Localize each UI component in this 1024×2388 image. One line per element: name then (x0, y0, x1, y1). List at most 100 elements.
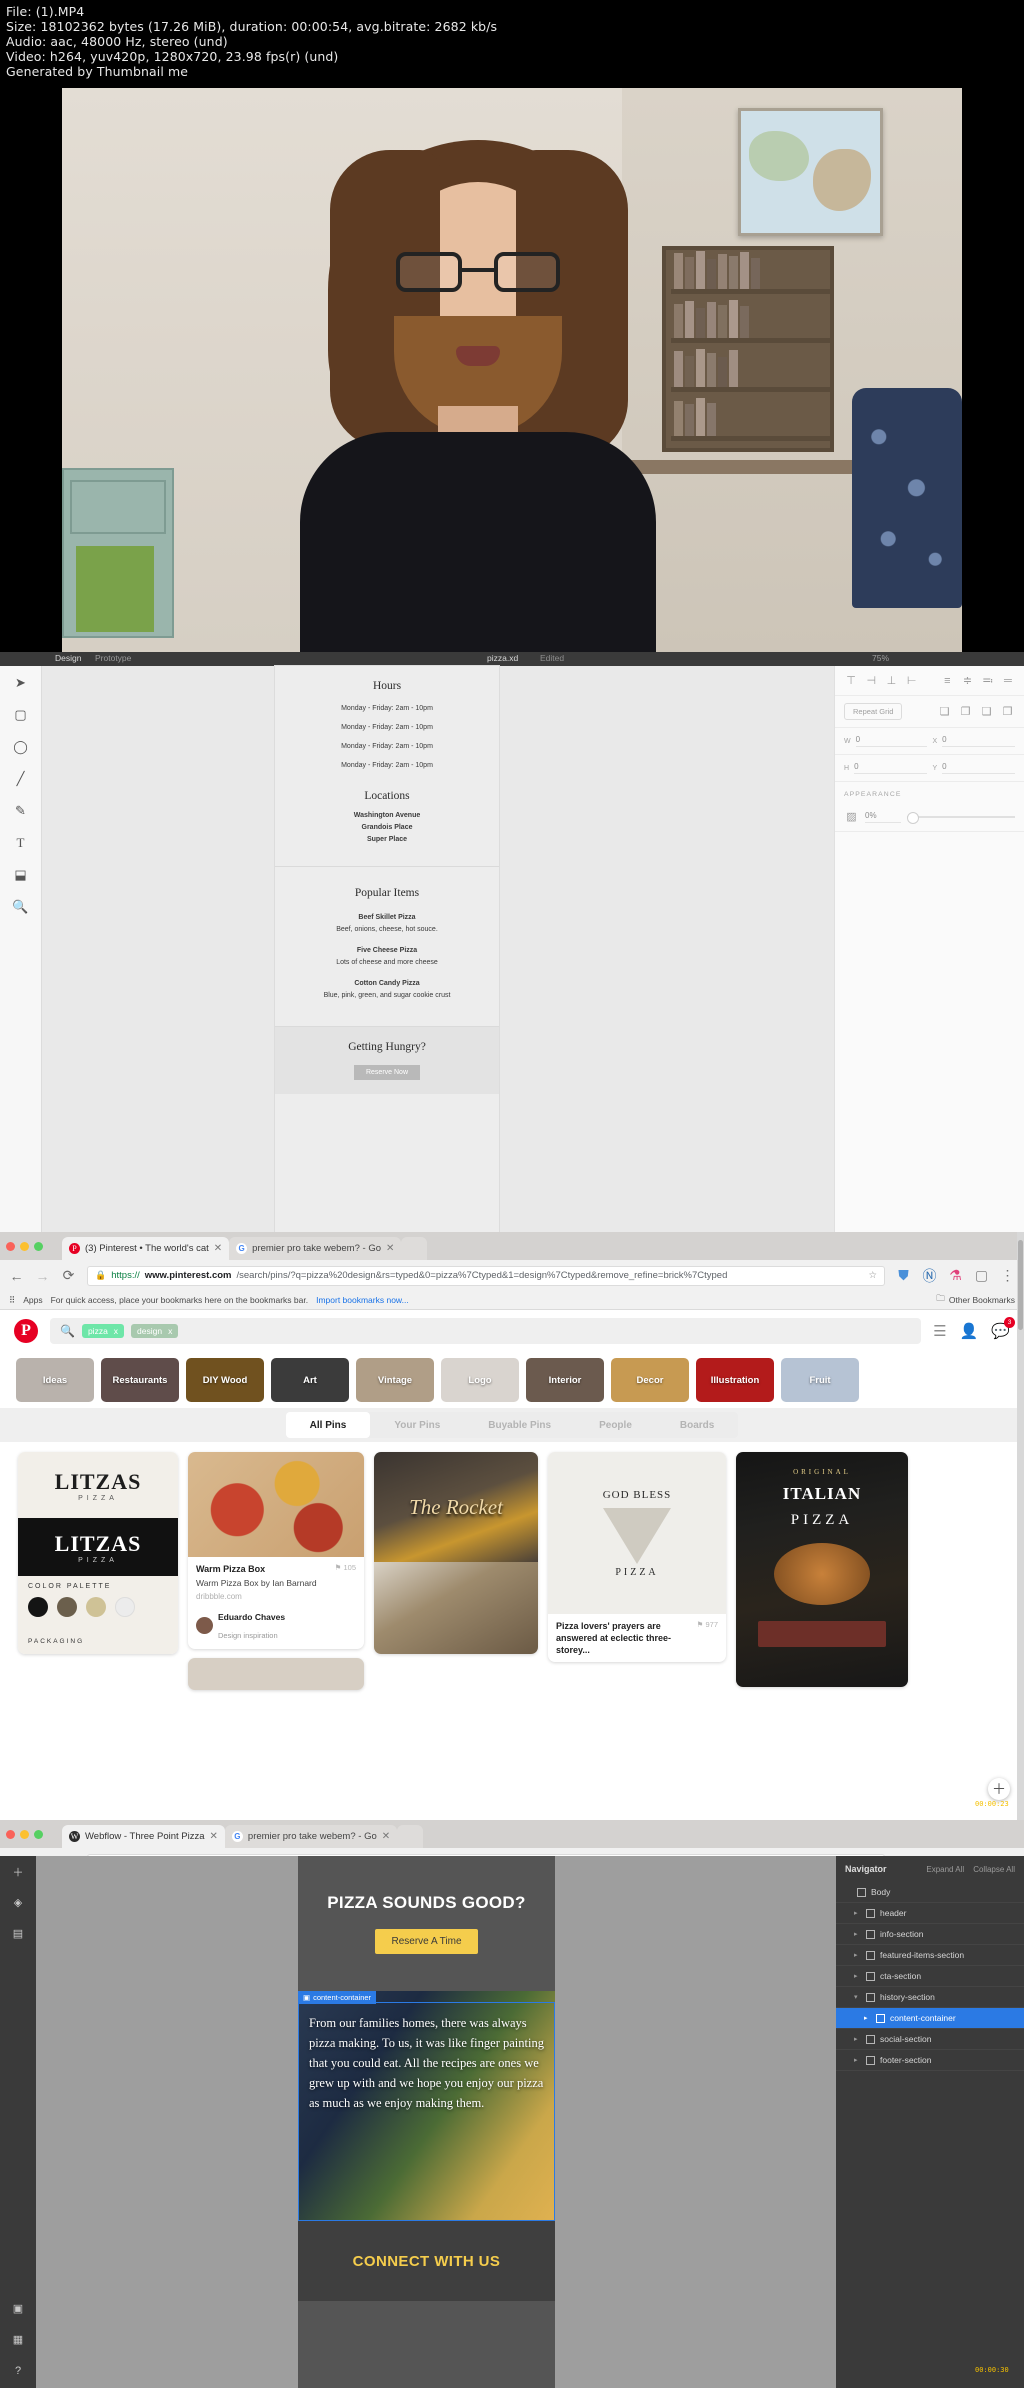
window-close-button[interactable] (6, 1242, 15, 1251)
y-value[interactable]: 0 (942, 762, 1015, 774)
pin-user[interactable]: Eduardo Chaves Design inspiration (196, 1607, 356, 1643)
category-chip[interactable]: Vintage (356, 1358, 434, 1402)
xd-canvas[interactable]: Hours Monday - Friday: 2am - 10pm Monday… (42, 666, 834, 1232)
align-bottom-icon[interactable]: ⊥ (884, 673, 898, 688)
apps-icon[interactable]: ⠿ (9, 1295, 15, 1306)
other-bookmarks-folder[interactable]: 🗀 Other Bookmarks (936, 1293, 1015, 1307)
boolean-subtract-icon[interactable]: ❐ (958, 704, 973, 719)
window-maximize-button[interactable] (34, 1242, 43, 1251)
pen-icon[interactable]: ✎ (12, 802, 30, 820)
messages-icon[interactable]: 💬 3 (991, 1317, 1015, 1340)
align-center-icon[interactable]: ≑ (960, 673, 974, 688)
shield-extension-icon[interactable]: ⛊ (896, 1267, 911, 1284)
pin-card-litzas[interactable]: LITZAS PIZZA LITZAS PIZZA COLOR PALETTE (18, 1452, 178, 1654)
category-chip[interactable]: Art (271, 1358, 349, 1402)
xd-zoom-level[interactable]: 75% (872, 653, 889, 663)
text-icon[interactable]: T (12, 834, 30, 852)
browser-tab-webflow[interactable]: W Webflow - Three Point Pizza ✕ (62, 1825, 225, 1848)
nav-item-history-section[interactable]: ▾ history-section (836, 1987, 1024, 2008)
opacity-slider[interactable] (907, 811, 1015, 824)
artboard-icon[interactable]: ⬓ (12, 866, 30, 884)
align-top-icon[interactable]: ⊤ (844, 673, 858, 688)
cursor-icon[interactable]: ➤ (12, 674, 30, 692)
height-value[interactable]: 0 (854, 762, 927, 774)
caret-right-icon[interactable]: ▸ (854, 1951, 861, 1959)
caret-right-icon[interactable]: ▸ (854, 1930, 861, 1938)
search-token-pizza[interactable]: pizza x (81, 1324, 125, 1338)
chrome-menu-icon[interactable]: ⋮ (1000, 1267, 1015, 1284)
help-icon[interactable]: ? (11, 2363, 26, 2378)
distribute-icon[interactable]: ═ (1001, 673, 1015, 688)
pin-source[interactable]: dribbble.com (196, 1592, 356, 1601)
window-minimize-button[interactable] (20, 1242, 29, 1251)
window-maximize-button[interactable] (34, 1830, 43, 1839)
caret-right-icon[interactable]: ▸ (854, 2056, 861, 2064)
grid-icon[interactable]: ▦ (11, 2332, 26, 2347)
caret-right-icon[interactable]: ▸ (854, 1909, 861, 1917)
window-minimize-button[interactable] (20, 1830, 29, 1839)
extension-n-icon[interactable]: Ⓝ (922, 1266, 937, 1286)
boolean-exclude-icon[interactable]: ❒ (1000, 704, 1015, 719)
xd-tab-prototype[interactable]: Prototype (95, 653, 131, 663)
import-bookmarks-link[interactable]: Import bookmarks now... (316, 1295, 409, 1305)
add-element-icon[interactable]: ＋ (11, 1864, 26, 1879)
social-section[interactable]: CONNECT WITH US (298, 2221, 555, 2301)
category-chip[interactable]: Interior (526, 1358, 604, 1402)
chevron-right-icon[interactable]: › (866, 1358, 886, 1402)
category-chip[interactable]: Fruit (781, 1358, 859, 1402)
nav-item-cta-section[interactable]: ▸ cta-section (836, 1966, 1024, 1987)
reserve-a-time-button[interactable]: Reserve A Time (375, 1929, 478, 1954)
back-icon[interactable]: ← (9, 1268, 24, 1284)
nav-item-social-section[interactable]: ▸ social-section (836, 2029, 1024, 2050)
close-icon[interactable]: ✕ (386, 1243, 394, 1254)
xd-tab-design[interactable]: Design (55, 653, 81, 663)
align-vertical-icon[interactable]: ⊢ (905, 673, 919, 688)
collapse-all-button[interactable]: Collapse All (973, 1865, 1015, 1874)
xd-artboard[interactable]: Hours Monday - Friday: 2am - 10pm Monday… (275, 666, 499, 1232)
repeat-grid-button[interactable]: Repeat Grid (844, 703, 903, 720)
category-chip[interactable]: Ideas (16, 1358, 94, 1402)
caret-right-icon[interactable]: ▸ (854, 2035, 861, 2043)
tab-your-pins[interactable]: Your Pins (370, 1412, 464, 1438)
close-icon[interactable]: ✕ (382, 1831, 390, 1842)
apps-label[interactable]: Apps (23, 1295, 42, 1305)
pinterest-logo-icon[interactable]: P (14, 1319, 38, 1343)
add-pin-button[interactable]: ＋ (988, 1778, 1010, 1800)
media-icon[interactable]: ▣ (11, 2301, 26, 2316)
nav-item-footer-section[interactable]: ▸ footer-section (836, 2050, 1024, 2071)
opacity-value[interactable]: 0% (865, 811, 901, 823)
browser-tab-google[interactable]: G premier pro take webem? - Go ✕ (224, 1825, 398, 1848)
pin-card-rocket-food-truck[interactable]: The Rocket (374, 1452, 538, 1654)
window-close-button[interactable] (6, 1830, 15, 1839)
pin-card-italian-pizza[interactable]: ORIGINAL ITALIAN PIZZA (736, 1452, 908, 1687)
category-chip[interactable]: Illustration (696, 1358, 774, 1402)
close-icon[interactable]: ✕ (210, 1831, 218, 1842)
boolean-intersect-icon[interactable]: ❑ (979, 704, 994, 719)
height-field[interactable]: H 0 (844, 762, 927, 774)
tab-all-pins[interactable]: All Pins (285, 1412, 371, 1438)
history-section[interactable]: ▣ content-container From our families ho… (298, 1991, 555, 2221)
pages-icon[interactable]: ▤ (11, 1926, 26, 1941)
new-tab-button[interactable] (401, 1237, 428, 1260)
nav-item-content-container[interactable]: ▸ content-container (836, 2008, 1024, 2029)
symbols-icon[interactable]: ◈ (11, 1895, 26, 1910)
align-right-icon[interactable]: ≕ (981, 673, 995, 688)
line-icon[interactable]: ╱ (12, 770, 30, 788)
browser-tab-google[interactable]: G premier pro take webem? - Go ✕ (229, 1237, 402, 1260)
caret-down-icon[interactable]: ▾ (854, 1993, 861, 2001)
history-paragraph[interactable]: From our families homes, there was alway… (309, 2013, 544, 2113)
avatar[interactable]: 👤 (960, 1322, 979, 1340)
search-input[interactable]: 🔍 pizza x design x (50, 1318, 922, 1344)
ellipse-icon[interactable]: ◯ (12, 738, 30, 756)
rect-icon[interactable]: ▢ (12, 706, 30, 724)
nav-item-body[interactable]: Body (836, 1882, 1024, 1903)
pin-card-partial[interactable] (188, 1658, 364, 1690)
pin-card-god-bless-pizza[interactable]: GOD BLESS PIZZA ⚑ 977 Pizza lovers' pray… (548, 1452, 726, 1662)
webflow-canvas[interactable]: Phone - Portrait Phone - Landscape PIZZA… (36, 1856, 836, 2388)
reload-icon[interactable]: ⟳ (61, 1267, 76, 1284)
x-value[interactable]: 0 (942, 735, 1015, 747)
category-chip[interactable]: DIY Wood (186, 1358, 264, 1402)
y-field[interactable]: Y 0 (933, 762, 1015, 774)
page-scrollbar[interactable] (1017, 1232, 1024, 1820)
reserve-now-button[interactable]: Reserve Now (353, 1065, 420, 1080)
